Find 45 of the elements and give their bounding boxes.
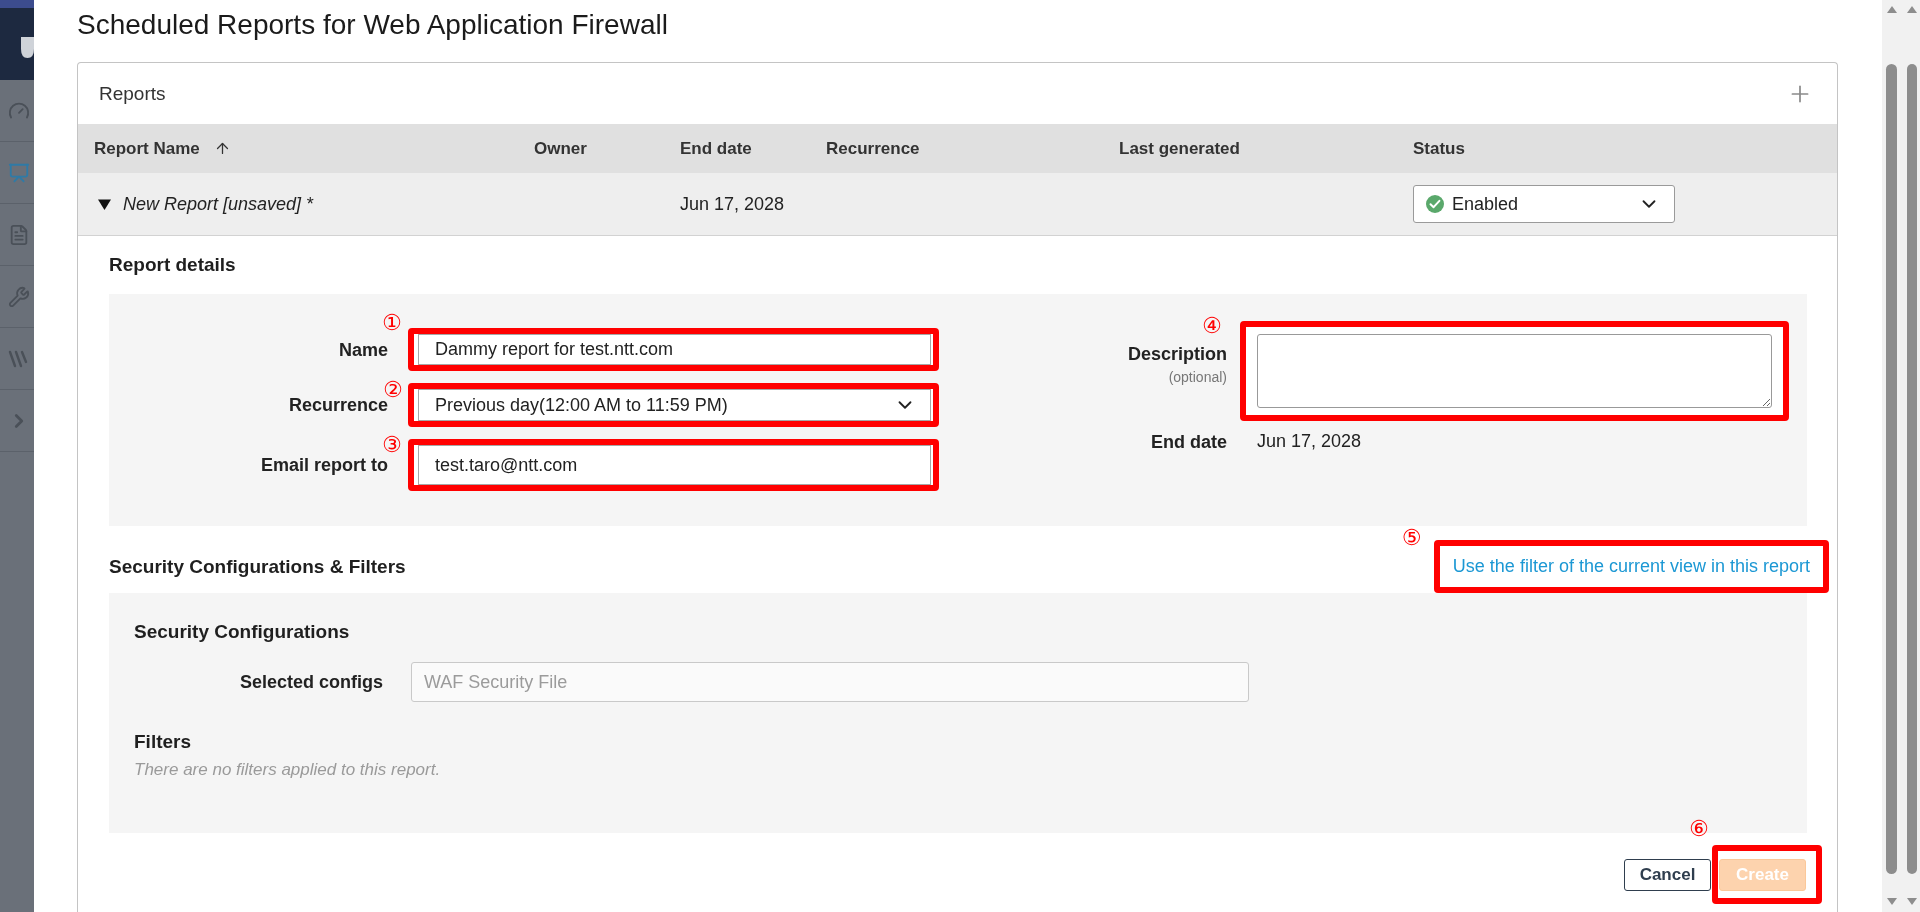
column-header[interactable]: End date <box>680 138 752 159</box>
column-header[interactable]: Owner <box>534 138 587 159</box>
description-field[interactable] <box>1257 334 1772 408</box>
dialog-title: Scheduled Reports for Web Application Firewall <box>77 8 668 42</box>
cancel-button[interactable]: Cancel <box>1624 858 1711 891</box>
annotation-number: ① <box>382 312 402 334</box>
column-header[interactable]: Status <box>1413 138 1465 159</box>
end-date: Jun 17, 2028 <box>680 193 785 215</box>
optional-hint: (optional) <box>1168 369 1227 385</box>
section-heading: Security Configurations & Filters <box>109 555 406 578</box>
annotation-number: ⑤ <box>1401 527 1422 549</box>
field-label: Email report to <box>260 456 388 474</box>
table-row[interactable]: New Report [unsaved] * Jun 17, 2028 Enabled <box>78 173 1837 236</box>
section-heading: Report details <box>109 254 236 276</box>
annotation-number: ④ <box>1202 315 1222 337</box>
column-header[interactable]: Last generated <box>1119 138 1240 159</box>
end-date-value: Jun 17, 2028 <box>1257 431 1362 452</box>
email-field[interactable]: test.taro@ntt.com <box>418 445 931 485</box>
scroll-down-icon[interactable] <box>1886 898 1897 905</box>
field-label: Selected configs <box>239 673 383 691</box>
annotation-number: ③ <box>382 434 402 456</box>
shield-icon[interactable] <box>21 37 34 58</box>
field-label: Description <box>1127 345 1227 363</box>
empty-filters-note: There are no filters applied to this report. <box>134 760 441 780</box>
report-name: New Report [unsaved] * <box>123 193 314 215</box>
scrollbar-thumb[interactable] <box>1886 64 1897 874</box>
scroll-down-icon[interactable] <box>1906 898 1917 905</box>
column-header[interactable]: Recurrence <box>826 138 920 159</box>
annotation-number: ⑥ <box>1689 818 1709 840</box>
scroll-up-icon[interactable] <box>1886 6 1897 13</box>
field-label: End date <box>1151 432 1227 451</box>
column-header[interactable]: Report Name <box>94 138 231 159</box>
wrench-icon[interactable] <box>8 285 30 308</box>
document-icon[interactable] <box>8 223 30 246</box>
panel-title: Reports <box>99 82 166 105</box>
slashes-icon[interactable] <box>8 348 28 369</box>
scroll-up-icon[interactable] <box>1906 6 1917 13</box>
recurrence-dropdown[interactable]: Previous day(12:00 AM to 11:59 PM) <box>418 389 931 421</box>
scrollbar-thumb[interactable] <box>1906 64 1917 874</box>
name-field[interactable]: Dammy report for test.ntt.com <box>418 334 931 365</box>
subsection-heading: Filters <box>134 730 192 754</box>
field-label: Name <box>338 340 388 359</box>
subsection-heading: Security Configurations <box>134 620 350 644</box>
status-dropdown[interactable]: Enabled <box>1413 185 1675 223</box>
caret-icon[interactable] <box>98 197 111 211</box>
